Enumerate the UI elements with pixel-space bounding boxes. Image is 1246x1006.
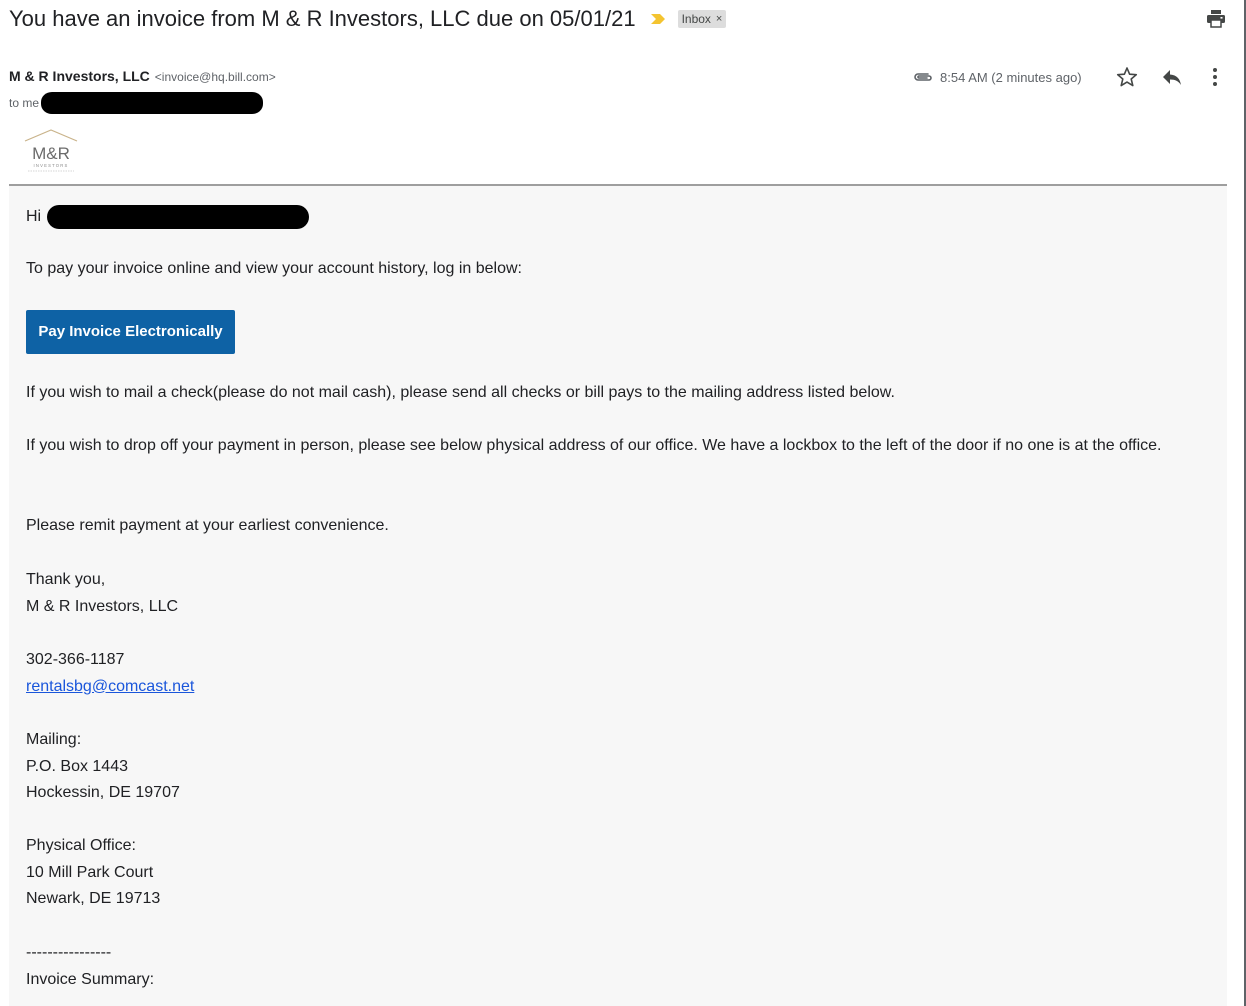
importance-marker-icon[interactable] (650, 13, 666, 25)
mailing-address-block: Mailing: P.O. Box 1443 Hockessin, DE 197… (26, 727, 180, 807)
greeting-row: Hi (26, 204, 310, 231)
physical-label: Physical Office: (26, 837, 136, 854)
subject-row: You have an invoice from M & R Investors… (9, 4, 727, 34)
redacted-name (47, 205, 310, 230)
pay-invoice-button[interactable]: Pay Invoice Electronically (26, 310, 235, 354)
more-options-icon[interactable] (1208, 66, 1222, 88)
mailing-label: Mailing: (26, 731, 82, 748)
physical-address-block: Physical Office: 10 Mill Park Court Newa… (26, 833, 160, 913)
thanks-line: Thank you, (26, 571, 106, 588)
logo-subtext: INVESTORS (34, 163, 69, 168)
print-icon[interactable] (1206, 9, 1226, 29)
email-view: You have an invoice from M & R Investors… (0, 0, 1246, 1006)
message-meta: 8:54 AM (2 minutes ago) (912, 66, 1082, 88)
contact-email-link[interactable]: rentalsbg@comcast.net (26, 678, 194, 695)
remit-paragraph: Please remit payment at your earliest co… (26, 517, 389, 534)
inbox-label-text: Inbox (681, 12, 711, 26)
separator-line: ---------------- (26, 944, 112, 961)
inbox-label-chip[interactable]: Inbox × (677, 10, 727, 28)
physical-line-2: Newark, DE 19713 (26, 890, 161, 908)
greeting: Hi (26, 208, 42, 225)
logo-text: M&R (32, 144, 70, 163)
sender-email: <invoice@hq.bill.com> (154, 70, 276, 84)
recipient-label[interactable]: to me (9, 96, 39, 110)
recipient-row: to me (9, 92, 264, 114)
contact-block: 302-366-1187 rentalsbg@comcast.net (26, 647, 194, 700)
physical-line-1: 10 Mill Park Court (26, 863, 154, 881)
message-timestamp: 8:54 AM (2 minutes ago) (940, 69, 1082, 85)
company-line: M & R Investors, LLC (26, 597, 179, 615)
signature-block: Thank you, M & R Investors, LLC (26, 567, 178, 620)
company-logo: M&R INVESTORS (24, 129, 78, 172)
email-body: Hi To pay your invoice online and view y… (9, 186, 1227, 1006)
invoice-summary-label: Invoice Summary: (26, 971, 155, 988)
attachment-icon (914, 73, 932, 81)
reply-icon[interactable] (1161, 67, 1183, 87)
email-subject: You have an invoice from M & R Investors… (9, 6, 636, 31)
mail-check-paragraph: If you wish to mail a check(please do no… (26, 384, 895, 401)
phone-number: 302-366-1187 (26, 651, 125, 668)
mailing-line-1: P.O. Box 1443 (26, 757, 128, 775)
drop-off-paragraph: If you wish to drop off your payment in … (26, 437, 1162, 454)
sender-name[interactable]: M & R Investors, LLC (9, 68, 150, 84)
remove-label-icon[interactable]: × (716, 13, 722, 25)
sender-row: M & R Investors, LLC <invoice@hq.bill.co… (9, 68, 276, 84)
mailing-line-2: Hockessin, DE 19707 (26, 784, 180, 802)
star-icon[interactable] (1116, 66, 1138, 88)
intro-paragraph: To pay your invoice online and view your… (26, 260, 522, 277)
redacted-recipient (41, 92, 264, 114)
